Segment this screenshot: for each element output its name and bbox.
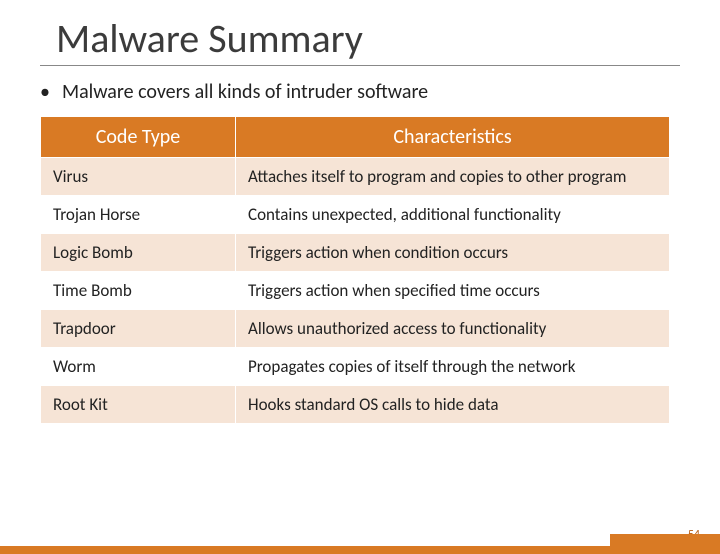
malware-table: Code Type Characteristics VirusAttaches … bbox=[40, 116, 670, 424]
cell-type: Virus bbox=[41, 158, 236, 196]
cell-char: Attaches itself to program and copies to… bbox=[236, 158, 670, 196]
table-row: Trojan HorseContains unexpected, additio… bbox=[41, 196, 670, 234]
cell-char: Allows unauthorized access to functional… bbox=[236, 310, 670, 348]
footer-accent bbox=[610, 534, 720, 546]
cell-type: Trojan Horse bbox=[41, 196, 236, 234]
bullet-text: Malware covers all kinds of intruder sof… bbox=[40, 80, 720, 104]
slide-title: Malware Summary bbox=[56, 14, 720, 63]
table-row: Root KitHooks standard OS calls to hide … bbox=[41, 386, 670, 424]
cell-type: Root Kit bbox=[41, 386, 236, 424]
table-row: VirusAttaches itself to program and copi… bbox=[41, 158, 670, 196]
table-row: Time BombTriggers action when specified … bbox=[41, 272, 670, 310]
cell-char: Propagates copies of itself through the … bbox=[236, 348, 670, 386]
footer-bar bbox=[0, 546, 720, 554]
cell-char: Hooks standard OS calls to hide data bbox=[236, 386, 670, 424]
cell-char: Contains unexpected, additional function… bbox=[236, 196, 670, 234]
table-row: Logic BombTriggers action when condition… bbox=[41, 234, 670, 272]
col-characteristics: Characteristics bbox=[236, 117, 670, 158]
cell-type: Worm bbox=[41, 348, 236, 386]
cell-type: Time Bomb bbox=[41, 272, 236, 310]
col-code-type: Code Type bbox=[41, 117, 236, 158]
table-row: WormPropagates copies of itself through … bbox=[41, 348, 670, 386]
cell-type: Trapdoor bbox=[41, 310, 236, 348]
cell-type: Logic Bomb bbox=[41, 234, 236, 272]
title-divider bbox=[40, 65, 680, 66]
cell-char: Triggers action when specified time occu… bbox=[236, 272, 670, 310]
table-row: TrapdoorAllows unauthorized access to fu… bbox=[41, 310, 670, 348]
cell-char: Triggers action when condition occurs bbox=[236, 234, 670, 272]
